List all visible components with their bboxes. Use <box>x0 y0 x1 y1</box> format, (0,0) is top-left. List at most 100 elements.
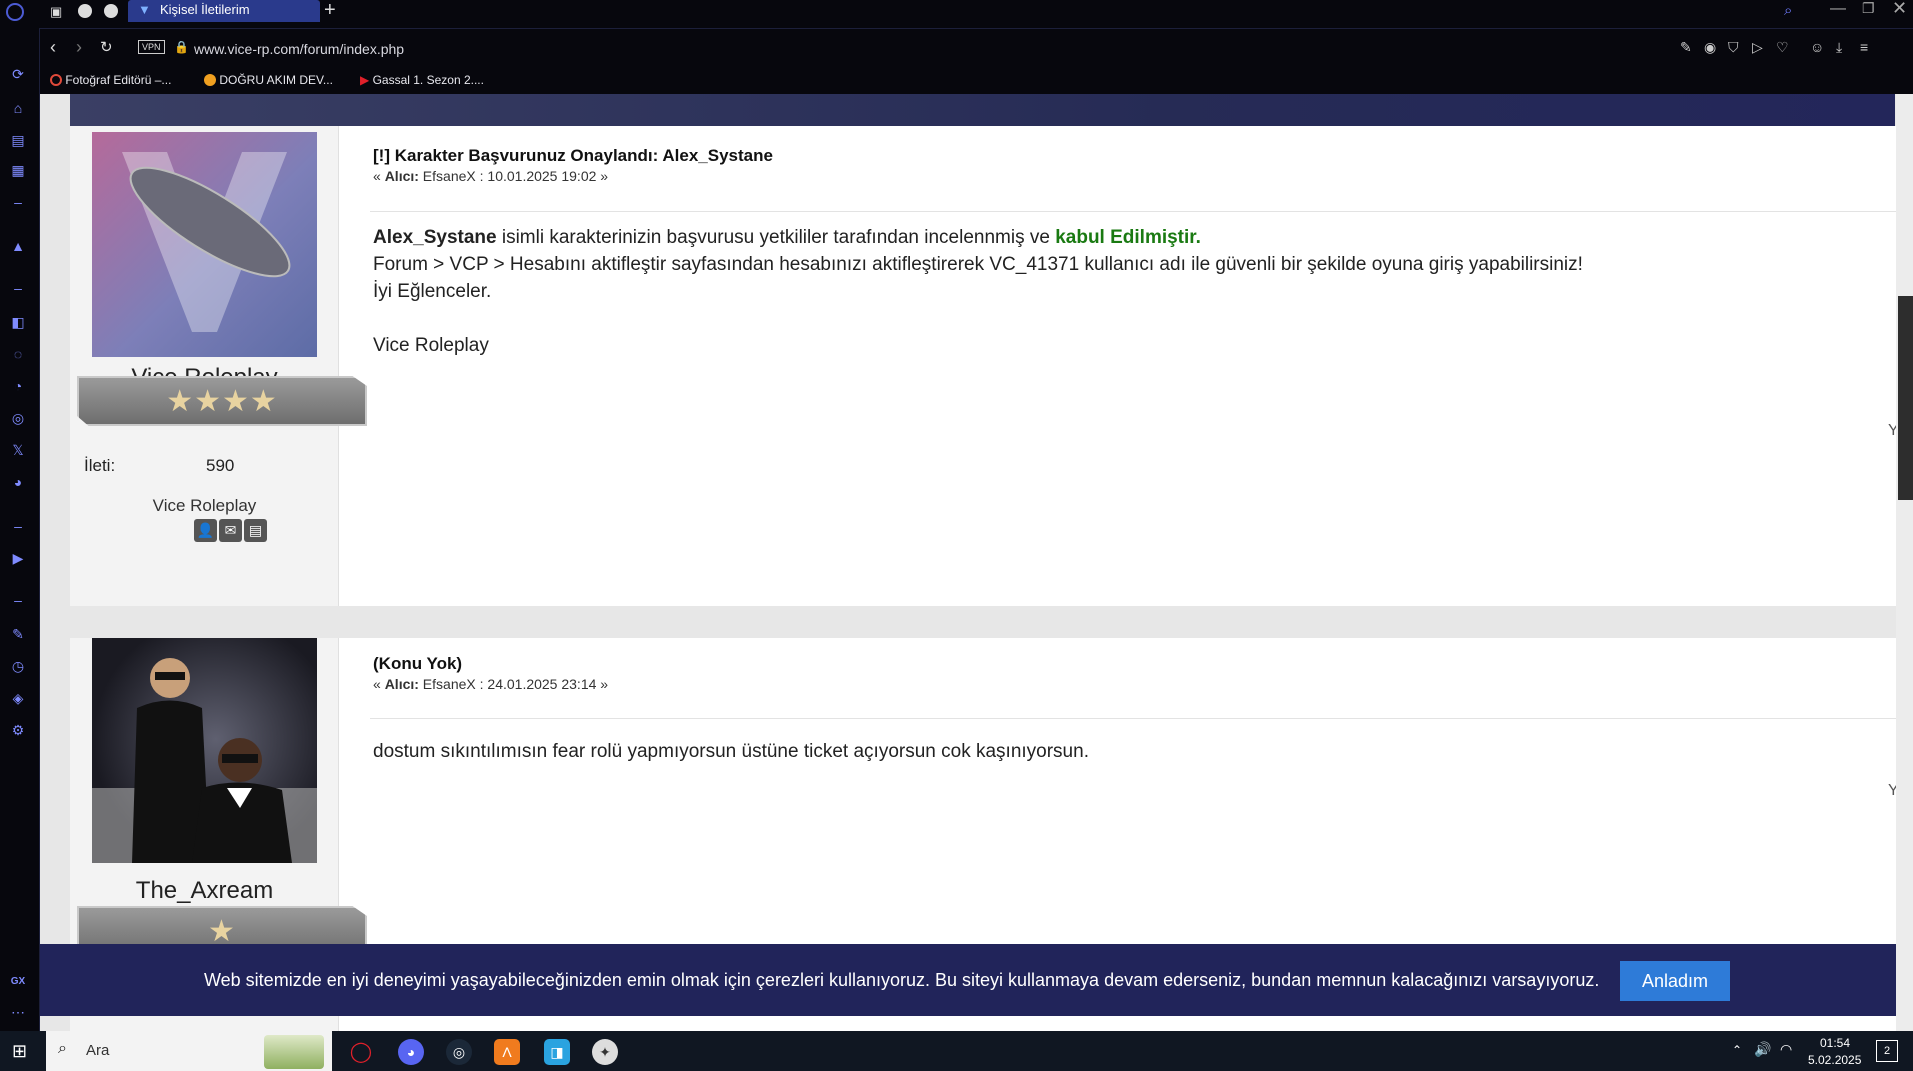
settings-icon[interactable]: ⚙ <box>10 722 26 738</box>
more-icon[interactable]: ⋯ <box>10 1004 26 1020</box>
clock-date[interactable]: 5.02.2025 <box>1808 1053 1861 1067</box>
meta-details: EfsaneX : 10.01.2025 19:02 » <box>418 168 609 184</box>
lock-icon: 🔒 <box>174 40 189 54</box>
pinboard-icon[interactable]: ▤ <box>10 132 26 148</box>
pinned-tab-icon[interactable] <box>104 4 118 18</box>
character-name: Alex_Systane <box>373 227 497 248</box>
message-icon[interactable]: ✉ <box>219 519 242 542</box>
back-icon[interactable]: ‹ <box>50 37 56 58</box>
discord-icon[interactable]: ◕ <box>10 474 26 490</box>
site-favicon-icon: ▼ <box>138 2 151 17</box>
bookmark-item[interactable]: Fotoğraf Editörü –... <box>50 73 171 87</box>
volume-icon[interactable]: 🔊 <box>1754 1041 1771 1058</box>
restore-icon[interactable]: ❐ <box>1862 0 1875 17</box>
send-icon[interactable]: ▷ <box>1752 39 1763 56</box>
posts-icon[interactable]: ▤ <box>244 519 267 542</box>
tab-title: Kişisel İletilerim <box>160 2 250 17</box>
taskbar-search[interactable]: ⌕ Ara <box>46 1031 332 1071</box>
menu-icon[interactable]: ≡ <box>1860 39 1868 55</box>
signature: Vice Roleplay <box>373 335 489 356</box>
message-subject[interactable]: [!] Karakter Başvurunuz Onaylandı: Alex_… <box>373 146 773 166</box>
forward-icon[interactable]: › <box>76 37 82 58</box>
cookie-text: Web sitemizde en iyi deneyimi yaşayabile… <box>204 970 1600 990</box>
messenger-icon[interactable]: ◌ <box>10 346 26 362</box>
new-tab-button[interactable]: + <box>324 0 336 22</box>
meta-details: EfsaneX : 24.01.2025 23:14 » <box>418 676 609 692</box>
profile-actions: 👤 ✉ ▤ <box>194 519 269 542</box>
easy-setup-icon[interactable]: ✎ <box>1680 39 1692 56</box>
message-subject[interactable]: (Konu Yok) <box>373 654 462 674</box>
divider <box>370 718 1900 719</box>
history-icon[interactable]: ⟳ <box>10 66 26 82</box>
minimize-icon[interactable]: — <box>1830 0 1846 18</box>
bookmarks-bar: Fotoğraf Editörü –... DOĞRU AKIM DEV... … <box>40 66 1913 94</box>
avatar-figures-icon <box>92 658 317 863</box>
windows-start-icon[interactable]: ⊞ <box>12 1041 27 1062</box>
game-app-icon[interactable]: ✦ <box>592 1039 618 1065</box>
clock-icon[interactable]: ◷ <box>10 658 26 674</box>
pinned-tab-icon[interactable] <box>78 4 92 18</box>
scrollbar[interactable] <box>1896 94 1913 1031</box>
profile-icon[interactable]: 👤 <box>194 519 217 542</box>
meta-prefix: « <box>373 676 385 692</box>
forum-page: Vice Roleplay ★★★★ İleti: 590 Vice Rolep… <box>40 94 1913 1031</box>
reload-icon[interactable]: ↻ <box>100 38 113 56</box>
scrollbar-thumb[interactable] <box>1898 296 1913 500</box>
heart-icon[interactable]: ♡ <box>1776 39 1789 56</box>
post-header-strip <box>70 94 1895 126</box>
workspace-icon[interactable]: ⌂ <box>10 100 26 116</box>
aria-icon[interactable]: ▲ <box>10 238 26 254</box>
bookmark-favicon-icon <box>204 74 216 86</box>
download-icon[interactable]: ⤓ <box>1836 39 1842 56</box>
accept-cookies-button[interactable]: Anladım <box>1620 961 1730 1001</box>
search-icon: ⌕ <box>58 1040 67 1057</box>
body-line: İyi Eğlenceler. <box>373 281 492 302</box>
camera-icon[interactable]: ◉ <box>1704 39 1716 56</box>
whatsapp-icon[interactable]: ◔ <box>10 378 26 394</box>
opera-logo-icon[interactable] <box>6 3 24 21</box>
username[interactable]: The_Axream <box>70 877 339 905</box>
gx-label[interactable]: GX <box>10 974 26 990</box>
divider-icon: – <box>14 194 22 210</box>
avatar[interactable] <box>92 638 317 863</box>
browser-sidebar: ⟳ ⌂ ▤ ▦ – ▲ – ◧ ◌ ◔ ◎ 𝕏 ◕ – ▶ – ✎ ◷ ◈ ⚙ … <box>0 28 40 1031</box>
instagram-icon[interactable]: ◎ <box>10 410 26 426</box>
taskbar: ⊞ ⌕ Ara ◯ ◕ ◎ Λ ◨ ✦ ⌃ 🔊 ◠ 01:54 5.02.202… <box>0 1031 1913 1071</box>
active-tab[interactable]: ▼ Kişisel İletilerim <box>128 0 320 22</box>
body-line: Alex_Systane isimli karakterinizin başvu… <box>373 224 1583 251</box>
account-icon[interactable]: ☺ <box>1810 39 1824 55</box>
steam-icon[interactable]: ◎ <box>446 1039 472 1065</box>
search-tabs-icon[interactable]: ⌕ <box>1784 2 1792 19</box>
avatar[interactable] <box>92 132 317 357</box>
shield-icon[interactable]: ⛉ <box>1728 39 1739 56</box>
store-icon[interactable]: ◨ <box>544 1039 570 1065</box>
chevron-up-icon[interactable]: ⌃ <box>1732 1043 1742 1057</box>
browser-tab-bar: ▣ ▼ Kişisel İletilerim + ⌕ — ❐ ✕ <box>0 0 1913 28</box>
x-icon[interactable]: 𝕏 <box>10 442 26 458</box>
meta-prefix: « <box>373 168 385 184</box>
app-icon[interactable]: Λ <box>494 1039 520 1065</box>
snapshot-icon[interactable]: ▣ <box>50 4 62 20</box>
opera-gx-icon[interactable]: ◯ <box>348 1039 374 1065</box>
vpn-badge[interactable]: VPN <box>138 40 165 54</box>
discord-icon[interactable]: ◕ <box>398 1039 424 1065</box>
twitch-icon[interactable]: ◧ <box>10 314 26 330</box>
bookmark-item[interactable]: DOĞRU AKIM DEV... <box>204 73 333 87</box>
news-icon[interactable]: ▦ <box>10 162 26 178</box>
address-bar: ‹ › ↻ VPN 🔒 www.vice-rp.com/forum/index.… <box>40 28 1913 68</box>
vice-logo-icon <box>122 152 291 332</box>
edit-icon[interactable]: ✎ <box>10 626 26 642</box>
player-icon[interactable]: ▶ <box>10 550 26 566</box>
clock-time[interactable]: 01:54 <box>1820 1036 1850 1050</box>
body-line: Forum > VCP > Hesabını aktifleştir sayfa… <box>373 254 1583 275</box>
close-window-icon[interactable]: ✕ <box>1892 0 1907 19</box>
cube-icon[interactable]: ◈ <box>10 690 26 706</box>
url-field[interactable]: www.vice-rp.com/forum/index.php <box>194 41 404 57</box>
bookmark-item[interactable]: ▶ Gassal 1. Sezon 2.... <box>360 73 484 87</box>
poster-profile: Vice Roleplay ★★★★ İleti: 590 Vice Rolep… <box>70 126 367 606</box>
divider-icon: – <box>14 592 22 608</box>
divider <box>370 211 1900 212</box>
notification-center-icon[interactable]: 2 <box>1876 1040 1898 1062</box>
network-icon[interactable]: ◠ <box>1780 1041 1792 1058</box>
